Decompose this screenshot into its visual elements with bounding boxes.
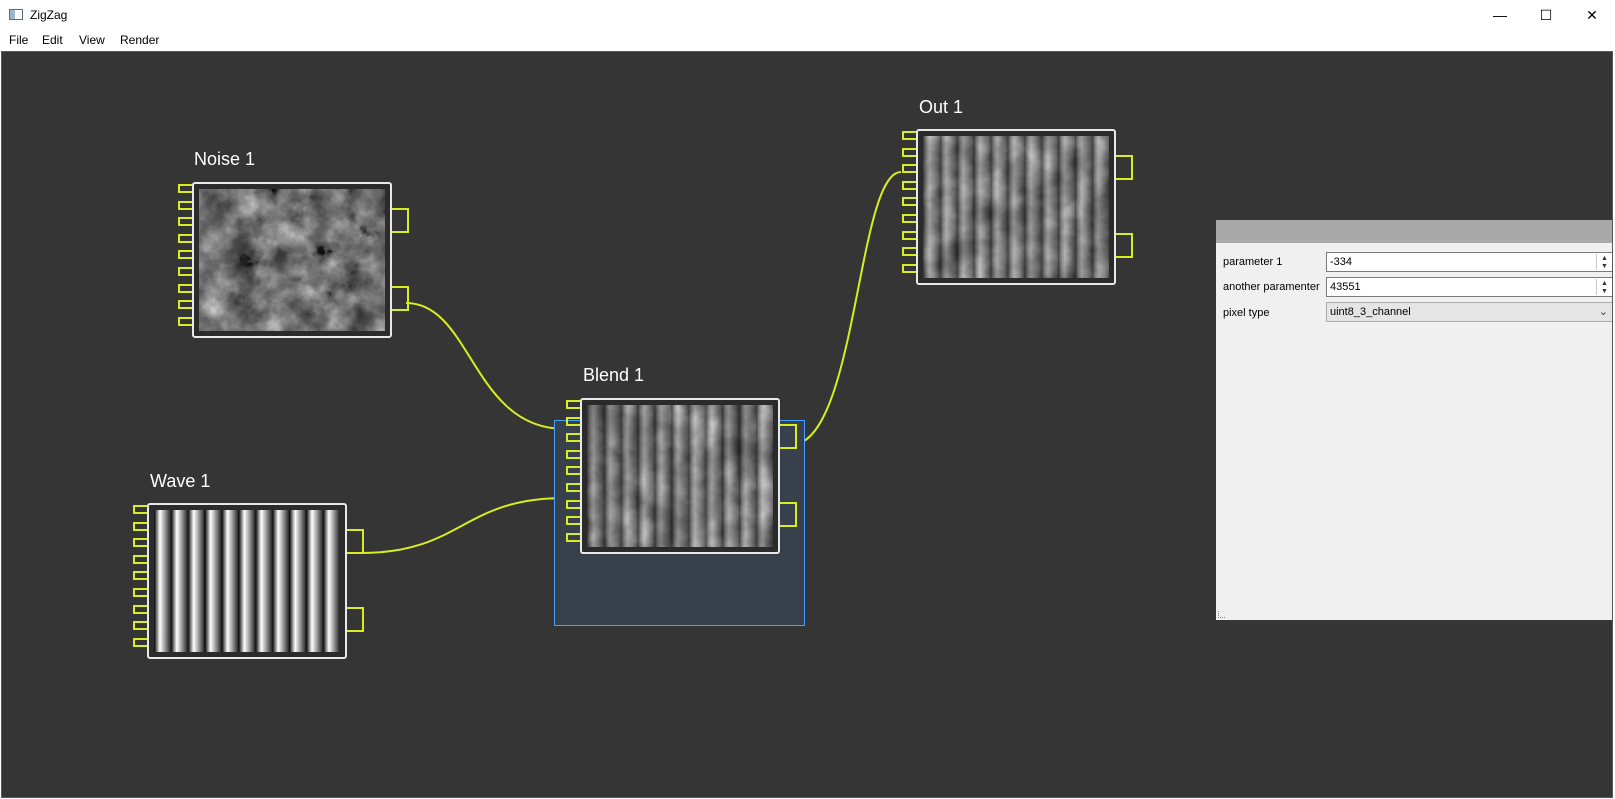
title-bar: ZigZag — ☐ ✕	[0, 0, 1615, 30]
noise-input-port[interactable]	[178, 316, 192, 326]
wave-input-port[interactable]	[133, 588, 147, 597]
blend-input-port[interactable]	[566, 449, 580, 459]
blend-input-port[interactable]	[566, 532, 580, 542]
blend-input-port[interactable]	[566, 466, 580, 476]
out-input-port[interactable]	[902, 230, 916, 240]
out-input-port[interactable]	[902, 247, 916, 257]
param1-spin-buttons[interactable]: ▲ ▼	[1596, 254, 1612, 270]
noise-input-port[interactable]	[178, 200, 192, 210]
spin-down-icon[interactable]: ▼	[1601, 263, 1608, 270]
blend-input-port[interactable]	[566, 499, 580, 509]
blend-input-port[interactable]	[566, 400, 580, 409]
menu-bar: File Edit View Render	[0, 30, 1615, 51]
maximize-button[interactable]: ☐	[1523, 0, 1569, 30]
noise-input-port[interactable]	[178, 283, 192, 293]
window-title: ZigZag	[30, 8, 68, 22]
app-icon	[9, 9, 23, 20]
wave-input-port[interactable]	[133, 538, 147, 548]
wave-input-port[interactable]	[133, 505, 147, 514]
menu-render[interactable]: Render	[120, 33, 159, 47]
minimize-button[interactable]: —	[1477, 0, 1523, 30]
wave-output-port[interactable]	[347, 607, 364, 632]
wave-input-port[interactable]	[133, 571, 147, 581]
blend-input-port[interactable]	[566, 516, 580, 526]
blend-output-port[interactable]	[780, 502, 797, 527]
param2-value[interactable]: 43551	[1330, 281, 1361, 293]
blend-input-port[interactable]	[566, 433, 580, 443]
node-body[interactable]	[192, 182, 392, 338]
close-button[interactable]: ✕	[1569, 0, 1615, 30]
wire-wave-to-blend	[360, 497, 566, 554]
menu-edit[interactable]: Edit	[42, 33, 63, 47]
wire-blend-to-out	[790, 171, 902, 446]
out-preview	[923, 136, 1109, 278]
resize-grip-icon[interactable]	[1218, 611, 1225, 618]
panel-title-bar[interactable]	[1216, 220, 1612, 243]
noise-input-port[interactable]	[178, 184, 192, 193]
node-graph-canvas[interactable]: Noise 1 Wave 1 Blend 1 Out 1 parameter 1…	[1, 51, 1613, 798]
param1-spinbox[interactable]: -334 ▲ ▼	[1326, 252, 1612, 272]
node-body[interactable]	[916, 129, 1116, 285]
out-input-port[interactable]	[902, 180, 916, 190]
param1-label: parameter 1	[1223, 256, 1283, 268]
spin-down-icon[interactable]: ▼	[1601, 288, 1608, 295]
out-input-port[interactable]	[902, 263, 916, 273]
noise-input-port[interactable]	[178, 250, 192, 260]
blend-preview	[587, 405, 773, 547]
chevron-down-icon[interactable]: ⌄	[1599, 305, 1608, 318]
pixel-type-dropdown[interactable]: uint8_3_channel ⌄	[1326, 302, 1612, 322]
node-title: Out 1	[919, 97, 964, 117]
out-input-port[interactable]	[902, 214, 916, 223]
blend-output-port[interactable]	[780, 424, 797, 449]
node-body[interactable]	[580, 398, 780, 554]
wave-output-port[interactable]	[347, 529, 364, 554]
node-title: Noise 1	[194, 149, 256, 169]
out-output-port[interactable]	[1116, 233, 1133, 258]
out-output-port[interactable]	[1116, 155, 1133, 180]
wave-input-port[interactable]	[133, 637, 147, 647]
param2-spin-buttons[interactable]: ▲ ▼	[1596, 279, 1612, 295]
wave-input-port[interactable]	[133, 604, 147, 614]
spin-up-icon[interactable]: ▲	[1601, 255, 1608, 262]
menu-view[interactable]: View	[79, 33, 105, 47]
spin-up-icon[interactable]: ▲	[1601, 280, 1608, 287]
noise-input-port[interactable]	[178, 267, 192, 276]
param1-value[interactable]: -334	[1330, 256, 1352, 268]
wire-noise-to-blend	[405, 302, 566, 430]
wave-input-port[interactable]	[133, 521, 147, 531]
out-input-port[interactable]	[902, 131, 916, 140]
noise-output-port[interactable]	[392, 208, 409, 233]
blend-input-port[interactable]	[566, 483, 580, 492]
out-input-port[interactable]	[902, 147, 916, 157]
noise-input-port[interactable]	[178, 300, 192, 310]
properties-panel: parameter 1 -334 ▲ ▼ another paramenter …	[1216, 220, 1612, 620]
param2-label: another paramenter	[1223, 281, 1320, 293]
menu-file[interactable]: File	[9, 33, 28, 47]
node-title: Wave 1	[150, 471, 211, 491]
out-input-port[interactable]	[902, 197, 916, 207]
pixel-type-value: uint8_3_channel	[1330, 306, 1411, 318]
wave-input-port[interactable]	[133, 554, 147, 564]
pixel-type-label: pixel type	[1223, 307, 1270, 319]
out-input-port[interactable]	[902, 164, 916, 174]
noise-input-port[interactable]	[178, 233, 192, 243]
noise-preview	[199, 189, 385, 331]
noise-input-port[interactable]	[178, 217, 192, 227]
wave-preview	[154, 510, 340, 652]
wave-input-port[interactable]	[133, 621, 147, 631]
blend-input-port[interactable]	[566, 416, 580, 426]
noise-output-port[interactable]	[392, 286, 409, 311]
param2-spinbox[interactable]: 43551 ▲ ▼	[1326, 277, 1612, 297]
node-body[interactable]	[147, 503, 347, 659]
node-title: Blend 1	[583, 365, 645, 385]
